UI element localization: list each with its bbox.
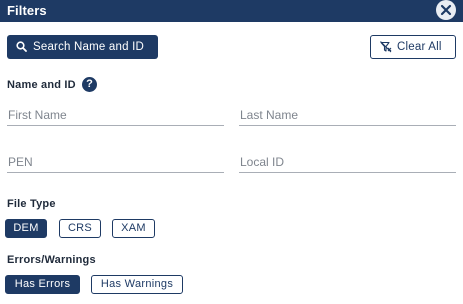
first-name-input[interactable] [7,104,224,125]
errors-chip-has-errors[interactable]: Has Errors [5,275,80,294]
filters-header: Filters [0,0,463,22]
file-type-chip-crs[interactable]: CRS [59,219,101,238]
filters-panel: Filters Search Name and ID Clear All Nam… [0,0,463,304]
first-name-field [7,104,224,126]
clear-button-label: Clear All [397,41,442,53]
search-button-label: Search Name and ID [33,41,144,53]
panel-title: Filters [7,3,47,18]
clear-all-button[interactable]: Clear All [370,35,456,59]
errors-warnings-label: Errors/Warnings [7,254,96,266]
file-type-chip-xam[interactable]: XAM [112,219,155,238]
search-icon [16,41,27,52]
help-icon[interactable]: ? [82,77,97,92]
last-name-input[interactable] [239,104,456,125]
errors-chip-has-warnings[interactable]: Has Warnings [91,275,183,294]
local-id-field [239,151,456,173]
filter-clear-icon [380,41,392,53]
name-and-id-label: Name and ID [7,79,76,91]
local-id-input[interactable] [239,151,456,172]
close-button[interactable] [436,0,456,20]
file-type-chip-dem[interactable]: DEM [5,219,47,238]
pen-input[interactable] [7,151,224,172]
search-name-id-button[interactable]: Search Name and ID [7,35,158,59]
last-name-field [239,104,456,126]
pen-field [7,151,224,173]
file-type-label: File Type [7,198,56,210]
close-icon [440,4,452,16]
